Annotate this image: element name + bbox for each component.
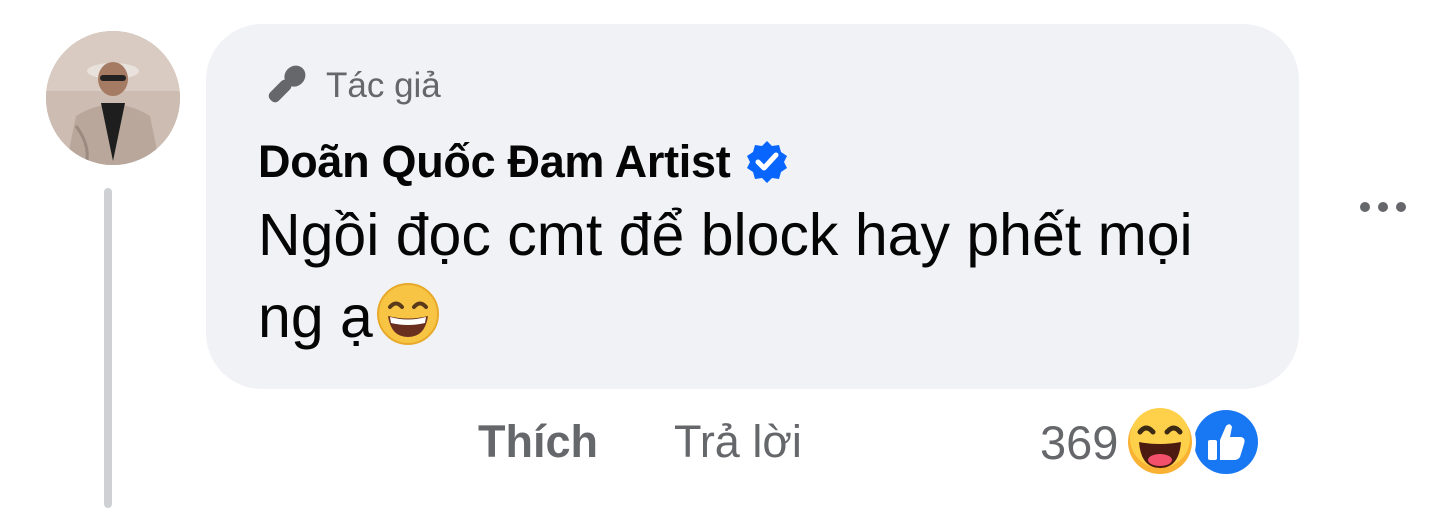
reply-button[interactable]: Trả lời xyxy=(674,410,802,474)
reaction-summary[interactable]: 369 xyxy=(1040,402,1264,485)
avatar[interactable] xyxy=(46,31,180,165)
like-button[interactable]: Thích xyxy=(478,410,598,474)
author-badge: Tác giả xyxy=(258,60,441,112)
dot-icon xyxy=(1378,202,1388,212)
microphone-icon xyxy=(258,60,312,112)
grinning-squinting-face-emoji xyxy=(375,281,441,368)
haha-reaction-icon xyxy=(1122,404,1198,485)
author-name-row: Doãn Quốc Đam Artist xyxy=(258,128,790,196)
reaction-icons xyxy=(1122,402,1264,485)
dot-icon xyxy=(1396,202,1406,212)
like-reaction-icon xyxy=(1188,404,1264,485)
reaction-count: 369 xyxy=(1040,415,1119,469)
more-options-button[interactable] xyxy=(1348,182,1418,232)
author-badge-label: Tác giả xyxy=(326,66,441,105)
reply-thread-line xyxy=(104,188,112,508)
author-name[interactable]: Doãn Quốc Đam Artist xyxy=(258,136,731,188)
comment-text: Ngồi đọc cmt để block hay phết mọi ng ạ xyxy=(258,194,1218,368)
comment-bubble: Tác giả Doãn Quốc Đam Artist Ngồi đọc cm… xyxy=(206,24,1299,389)
verified-badge-icon xyxy=(744,139,790,185)
dot-icon xyxy=(1360,202,1370,212)
